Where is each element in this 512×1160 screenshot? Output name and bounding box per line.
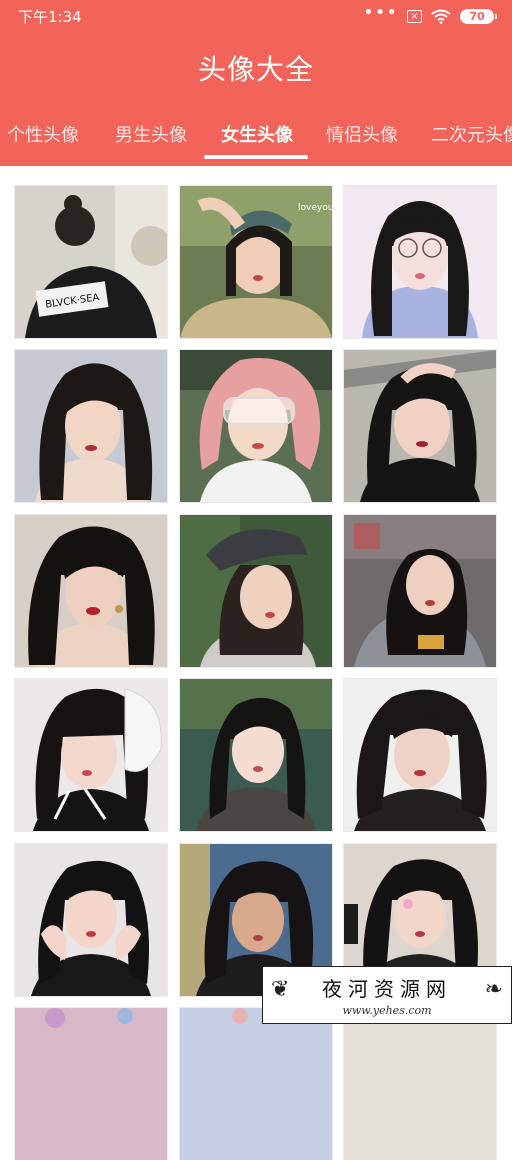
avatar-thumbnail[interactable] [180,515,332,667]
avatar-thumbnail[interactable] [344,515,496,667]
avatar-thumbnail[interactable] [180,1008,332,1160]
page-title: 头像大全 [197,53,314,86]
avatar-thumbnail[interactable] [15,679,167,831]
avatar-thumbnail[interactable] [180,679,332,831]
watermark-url: www.yehes.com [342,1004,432,1017]
avatar-thumbnail[interactable] [180,350,332,502]
tab-personality[interactable]: 个性头像 [0,118,88,158]
avatar-thumbnail[interactable]: BLVCK·SEA [15,186,167,338]
app-header: 下午1:34 ••• × 70 头像大全 个性头像 男生头像 女生头像 情侣头像… [0,0,512,166]
avatar-thumbnail[interactable]: loveyou [180,186,332,338]
battery-icon: 70 [460,8,497,24]
avatar-thumbnail[interactable] [15,844,167,996]
cap-text: loveyou [298,203,332,213]
wifi-icon [431,9,451,24]
category-tabs: 个性头像 男生头像 女生头像 情侣头像 二次元头像 [0,118,512,158]
site-watermark: ❦ ❧ 夜河资源网 www.yehes.com [262,966,512,1024]
status-bar: 下午1:34 ••• × 70 [0,0,512,32]
tab-anime[interactable]: 二次元头像 [421,118,512,158]
status-icons: ••• × 70 [363,2,497,24]
avatar-thumbnail[interactable] [344,679,496,831]
more-dots-icon: ••• [363,2,398,23]
status-time: 下午1:34 [18,7,82,26]
avatar-thumbnail[interactable] [15,350,167,502]
tab-couples[interactable]: 情侣头像 [315,118,409,158]
sim-off-icon: × [407,9,422,23]
avatar-thumbnail[interactable] [344,186,496,338]
tab-boys[interactable]: 男生头像 [104,118,198,158]
tab-girls[interactable]: 女生头像 [210,118,304,158]
active-tab-indicator [204,155,308,159]
avatar-thumbnail[interactable] [15,1008,167,1160]
avatar-thumbnail[interactable] [15,515,167,667]
ornament-right-icon: ❧ [484,977,503,1002]
watermark-title: 夜河资源网 [322,977,452,1001]
ornament-left-icon: ❦ [271,977,290,1002]
avatar-thumbnail[interactable] [344,1008,496,1160]
avatar-thumbnail[interactable] [344,350,496,502]
